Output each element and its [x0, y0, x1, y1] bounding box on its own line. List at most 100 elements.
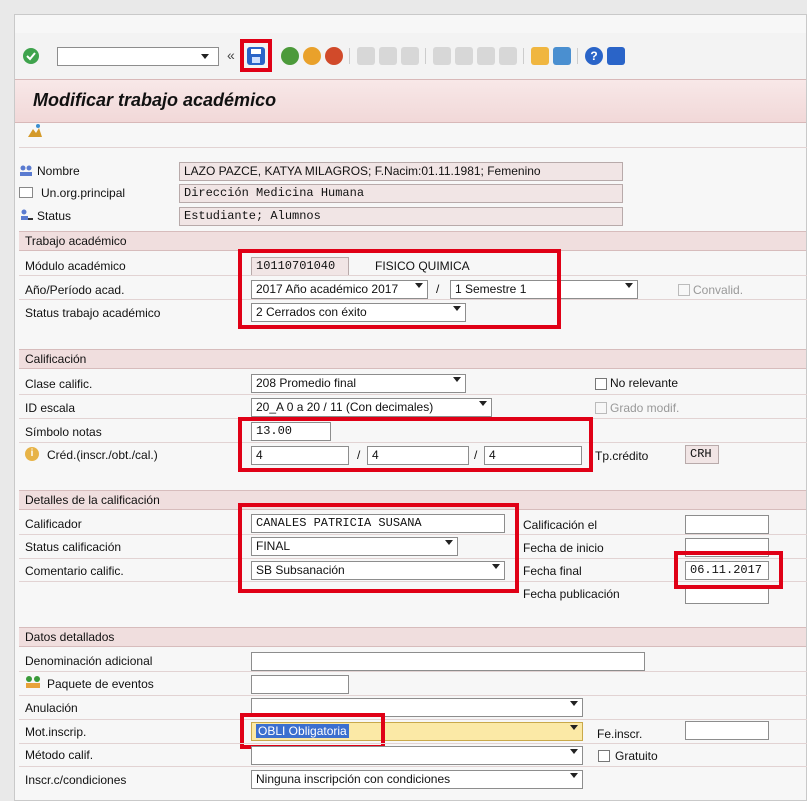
metodo-label: Método calif.	[25, 748, 94, 762]
nombre-field: LAZO PAZCE, KATYA MILAGROS; F.Nacim:01.1…	[179, 162, 623, 181]
tp-credito-field: CRH	[685, 445, 719, 464]
divider	[19, 743, 807, 744]
fecha-inicio-label: Fecha de inicio	[523, 541, 604, 555]
cred-label: Créd.(inscr./obt./cal.)	[47, 448, 158, 462]
overview-icon[interactable]	[27, 123, 43, 139]
grado-checkbox[interactable]	[595, 402, 607, 414]
org-label: Un.org.principal	[41, 186, 126, 200]
clase-select[interactable]: 208 Promedio final	[251, 374, 466, 393]
command-dropdown-icon[interactable]	[201, 54, 209, 59]
event-package-icon	[25, 675, 41, 689]
divider	[19, 394, 807, 395]
chevron-down-icon	[570, 701, 578, 706]
fecha-final-highlight	[674, 551, 783, 589]
fecha-publicacion-label: Fecha publicación	[523, 587, 620, 601]
exit-icon[interactable]	[303, 47, 321, 65]
check-icon[interactable]	[23, 48, 39, 64]
command-field[interactable]	[57, 47, 219, 66]
anio-label: Año/Período acad.	[25, 283, 125, 297]
find-icon[interactable]	[379, 47, 397, 65]
org-unit-icon	[19, 187, 33, 198]
calificador-label: Calificador	[25, 517, 82, 531]
denominacion-field[interactable]	[251, 652, 645, 671]
back-icon[interactable]	[281, 47, 299, 65]
info-icon: i	[25, 447, 39, 461]
toolbar-separator	[425, 48, 426, 64]
help-icon[interactable]: ?	[585, 47, 603, 65]
save-highlight	[240, 39, 272, 72]
comentario-label: Comentario calific.	[25, 564, 124, 578]
clase-value: 208 Promedio final	[256, 376, 357, 390]
cancel-icon[interactable]	[325, 47, 343, 65]
divider	[19, 719, 807, 720]
next-page-icon[interactable]	[477, 47, 495, 65]
escala-select[interactable]: 20_A 0 a 20 / 11 (Con decimales)	[251, 398, 492, 417]
nombre-label: Nombre	[37, 164, 80, 178]
person-icon	[19, 165, 33, 177]
title-bar: Modificar trabajo académico	[15, 79, 806, 123]
inscr-value: Ninguna inscripción con condiciones	[256, 772, 451, 786]
feinscr-field[interactable]	[685, 721, 769, 740]
new-session-icon[interactable]	[531, 47, 549, 65]
clase-label: Clase calific.	[25, 377, 93, 391]
standard-toolbar: « ?	[15, 33, 806, 79]
toolbar-separator	[349, 48, 350, 64]
customize-icon[interactable]	[607, 47, 625, 65]
chevron-down-icon	[570, 725, 578, 730]
first-page-icon[interactable]	[433, 47, 451, 65]
toolbar-separator	[523, 48, 524, 64]
simbolo-label: Símbolo notas	[25, 425, 102, 439]
chevron-down-icon	[570, 773, 578, 778]
divider	[19, 147, 807, 148]
status-field: Estudiante; Alumnos	[179, 207, 623, 226]
chevron-down-icon	[479, 401, 487, 406]
inscr-select[interactable]: Ninguna inscripción con condiciones	[251, 770, 583, 789]
page-title: Modificar trabajo académico	[33, 90, 277, 110]
convalid-checkbox[interactable]	[678, 284, 690, 296]
inscr-label: Inscr.c/condiciones	[25, 773, 127, 787]
no-relevante-label: No relevante	[610, 376, 679, 390]
gratuito-label: Gratuito	[615, 749, 658, 763]
nav-glyph[interactable]: «	[227, 47, 235, 63]
chevron-down-icon	[570, 749, 578, 754]
mot-label: Mot.inscrip.	[25, 725, 87, 739]
chevron-down-icon	[453, 377, 461, 382]
escala-value: 20_A 0 a 20 / 11 (Con decimales)	[256, 400, 434, 414]
status-trabajo-label: Status trabajo académico	[25, 306, 161, 320]
denominacion-label: Denominación adicional	[25, 654, 153, 668]
prev-page-icon[interactable]	[455, 47, 473, 65]
divider	[19, 695, 807, 696]
feinscr-label: Fe.inscr.	[597, 727, 643, 741]
divider	[19, 766, 807, 767]
shortcut-icon[interactable]	[553, 47, 571, 65]
metodo-select[interactable]	[251, 746, 583, 765]
org-field: Dirección Medicina Humana	[179, 184, 623, 203]
trabajo-highlight	[238, 249, 561, 329]
no-relevante-checkbox[interactable]	[595, 378, 607, 390]
last-page-icon[interactable]	[499, 47, 517, 65]
section-datos-detallados: Datos detallados	[19, 627, 806, 647]
toolbar-separator	[577, 48, 578, 64]
gratuito-checkbox[interactable]	[598, 750, 610, 762]
escala-label: ID escala	[25, 401, 76, 415]
detalles-highlight	[238, 503, 519, 593]
print-icon[interactable]	[357, 47, 375, 65]
section-calificacion: Calificación	[19, 349, 806, 369]
modulo-label: Módulo académico	[25, 259, 126, 273]
sap-window: « ? Modificar trabajo académico Nombre L…	[14, 14, 807, 801]
status-person-icon	[19, 209, 33, 221]
tp-credito-label: Tp.crédito	[595, 449, 649, 463]
anulacion-label: Anulación	[25, 701, 78, 715]
calif-el-field[interactable]	[685, 515, 769, 534]
paquete-label: Paquete de eventos	[47, 677, 154, 691]
find-next-icon[interactable]	[401, 47, 419, 65]
convalid-label: Convalid.	[693, 283, 744, 297]
chevron-down-icon	[625, 283, 633, 288]
section-trabajo-academico: Trabajo académico	[19, 231, 806, 251]
grado-label: Grado modif.	[610, 401, 680, 415]
fecha-final-label: Fecha final	[523, 564, 582, 578]
divider	[19, 671, 807, 672]
paquete-field[interactable]	[251, 675, 349, 694]
calif-el-label: Calificación el	[523, 518, 598, 532]
calificacion-highlight	[238, 417, 593, 472]
